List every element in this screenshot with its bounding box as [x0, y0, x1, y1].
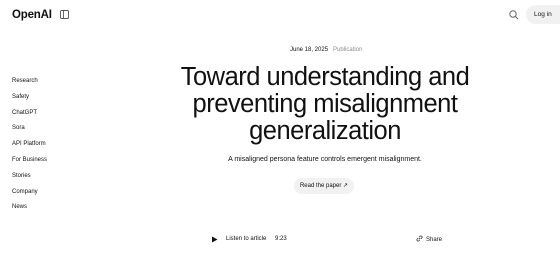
share-label: Share	[426, 237, 443, 243]
read-paper-button[interactable]: Read the paper ↗	[294, 178, 354, 194]
play-icon[interactable]	[211, 236, 218, 243]
openai-logo[interactable]: OpenAI	[12, 9, 52, 21]
nav-item-api-platform[interactable]: API Platform	[12, 141, 47, 157]
nav-item-company[interactable]: Company	[12, 189, 47, 205]
page: OpenAI Log in Research Safety ChatGPT So…	[0, 0, 560, 267]
article-subtitle: A misaligned persona feature controls em…	[228, 156, 422, 163]
publish-date: June 18, 2025	[290, 47, 329, 53]
sidebar-nav: Research Safety ChatGPT Sora API Platfor…	[12, 78, 47, 220]
nav-item-chatgpt[interactable]: ChatGPT	[12, 110, 47, 126]
page-title: Toward understanding and preventing misa…	[180, 63, 470, 145]
nav-item-safety[interactable]: Safety	[12, 94, 47, 110]
article-meta: June 18, 2025 Publication	[290, 46, 362, 54]
category-label[interactable]: Publication	[333, 47, 362, 53]
nav-item-research[interactable]: Research	[12, 78, 47, 94]
listen-to-article-button[interactable]: Listen to article	[226, 235, 266, 243]
nav-item-stories[interactable]: Stories	[12, 173, 47, 189]
nav-item-news[interactable]: News	[12, 204, 47, 220]
search-icon[interactable]	[508, 9, 520, 21]
share-button[interactable]: Share	[416, 235, 442, 244]
sidebar-toggle-icon[interactable]	[60, 10, 69, 19]
nav-item-sora[interactable]: Sora	[12, 125, 47, 141]
nav-item-for-business[interactable]: For Business	[12, 157, 47, 173]
audio-duration: 9:23	[275, 236, 287, 242]
link-icon	[416, 235, 423, 242]
login-button[interactable]: Log in	[526, 5, 560, 24]
